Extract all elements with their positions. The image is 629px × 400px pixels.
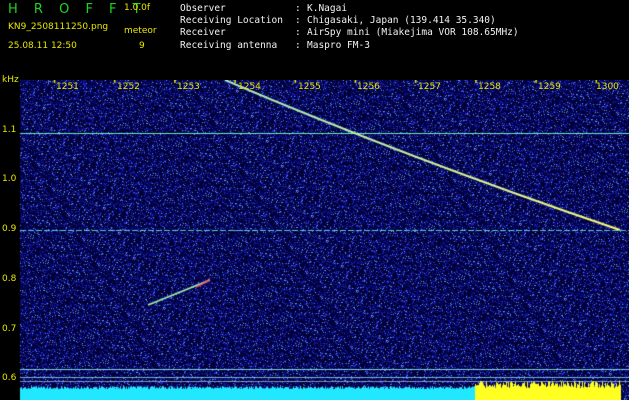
file-name: KN9_2508111250.png <box>8 22 109 32</box>
frequency-label: 1.0 <box>2 174 17 184</box>
info-row-antenna: Receiving antenna: Maspro FM-3 <box>180 39 370 51</box>
meteor-count: 9 <box>139 41 145 51</box>
station-info: Observer: K.Nagai Receiving Location: Chig… <box>180 3 519 52</box>
time-label: 1258 <box>478 82 501 92</box>
header-panel: H R O F F T 1.0.0f KN9_2508111250.png me… <box>0 0 629 80</box>
time-label: 1252 <box>117 82 140 92</box>
time-label: 1257 <box>418 82 441 92</box>
frequency-label: 0.7 <box>2 324 17 334</box>
time-label: 1253 <box>177 82 200 92</box>
frequency-unit: kHz <box>2 75 19 85</box>
time-label: 1255 <box>298 82 321 92</box>
time-label: 1300 <box>596 82 619 92</box>
app-version: 1.0.0f <box>124 3 151 13</box>
frequency-label: 0.9 <box>2 224 17 234</box>
time-label: 1254 <box>238 82 261 92</box>
info-row-observer: Observer: K.Nagai <box>180 3 348 14</box>
frequency-label: 0.6 <box>2 373 17 383</box>
time-label: 1256 <box>357 82 380 92</box>
frequency-label: 1.1 <box>2 125 17 135</box>
frequency-label: 0.8 <box>2 274 17 284</box>
timestamp: 25.08.11 12:50 <box>8 41 77 51</box>
time-label: 1251 <box>56 82 79 92</box>
time-label: 1259 <box>538 82 561 92</box>
info-row-location: Receiving Location: Chigasaki, Japan (139… <box>180 15 496 27</box>
meteor-label: meteor <box>124 26 157 36</box>
info-row-receiver: Receiver: AirSpy mini (Miakejima VOR 108.… <box>180 27 519 39</box>
waterfall-spectrogram <box>0 80 629 400</box>
